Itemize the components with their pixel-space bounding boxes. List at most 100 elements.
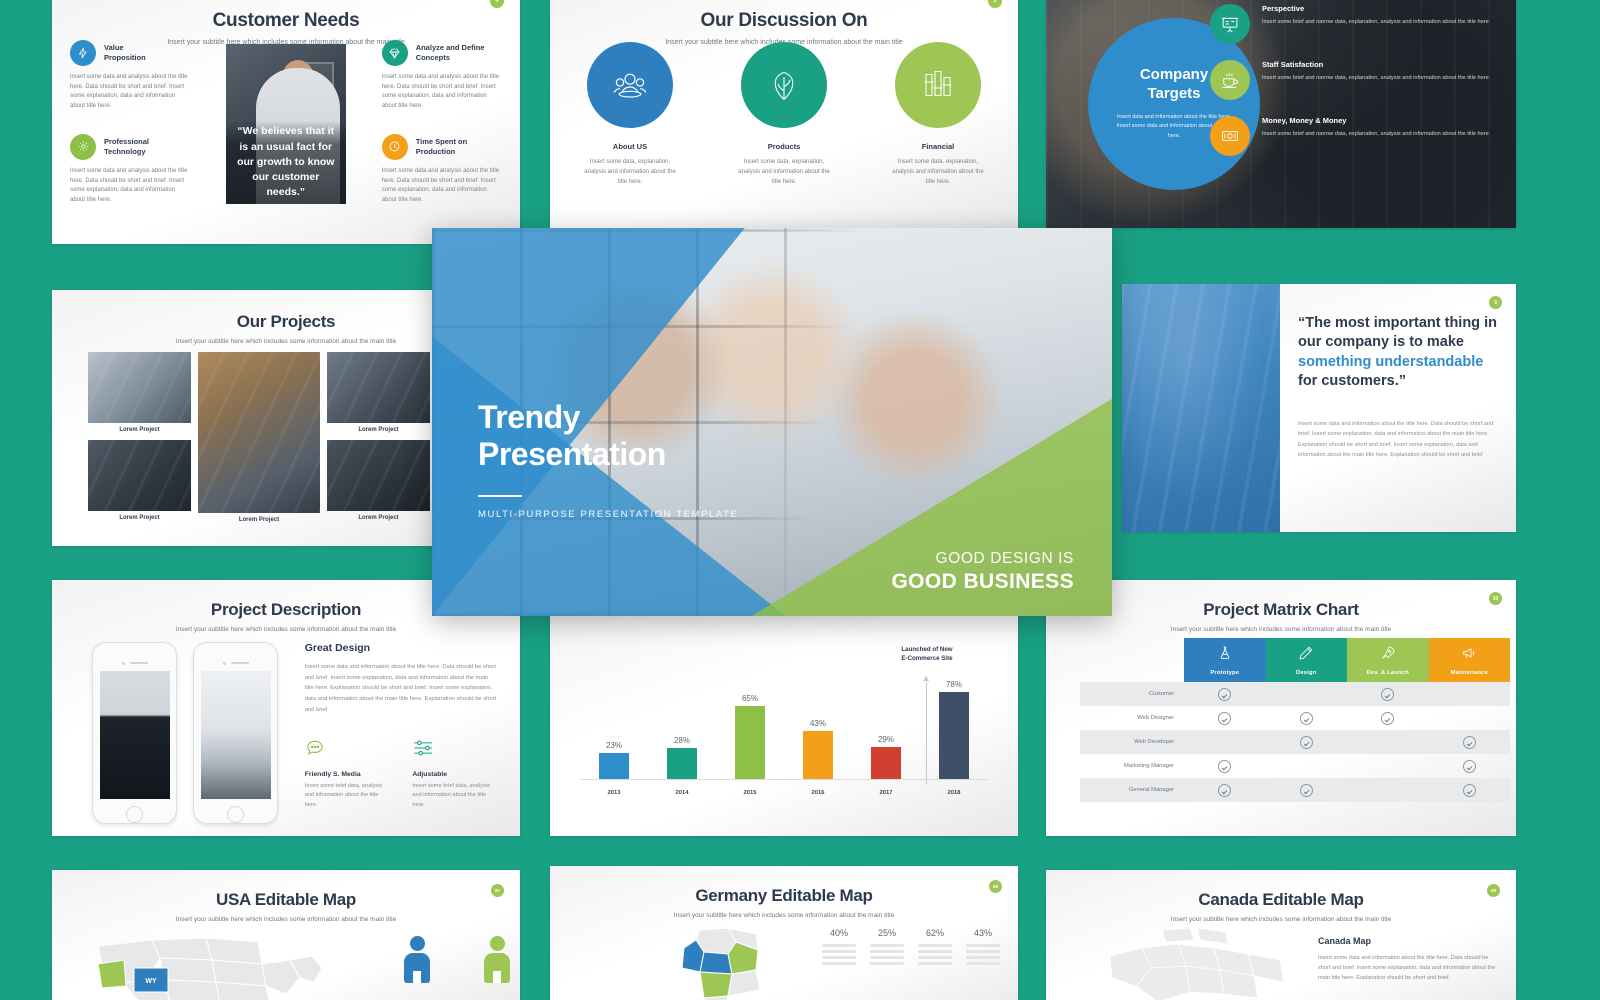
matrix-cell[interactable]: [1428, 682, 1510, 706]
project-thumbnail[interactable]: Lorem Project: [327, 440, 430, 521]
feature-body: Insert some brief data, analysis and inf…: [412, 782, 490, 809]
matrix-cell[interactable]: [1266, 706, 1348, 730]
chart-bar: [939, 692, 969, 779]
chart-bar-group: 43%: [795, 719, 841, 779]
matrix-cell[interactable]: [1184, 682, 1266, 706]
matrix-cell[interactable]: [1429, 706, 1511, 730]
usa-map-graphic[interactable]: WY: [90, 930, 330, 1000]
feature-adjustable[interactable]: Adjustable Insert some brief data, analy…: [412, 738, 498, 811]
matrix-cell[interactable]: [1347, 682, 1429, 706]
matrix-cell[interactable]: [1184, 754, 1266, 778]
section-heading: Great Design: [304, 642, 371, 654]
chart-x-label: 2015: [743, 790, 757, 796]
germany-map-graphic[interactable]: [670, 926, 790, 1000]
state-label: WY: [145, 978, 157, 985]
stat-percentage: 62%: [925, 928, 944, 938]
slide-usa-editable-map[interactable]: USA Editable Map Insert your subtitle he…: [52, 870, 520, 1000]
project-thumbnail[interactable]: Lorem Project: [88, 440, 191, 521]
matrix-cell[interactable]: [1347, 778, 1429, 802]
feature-body: Insert some data and analysis about the …: [381, 167, 500, 204]
matrix-row: Web Developer: [1080, 730, 1510, 754]
hero-title-line-2: Presentation: [478, 435, 666, 472]
page-title: Germany Editable Map: [695, 886, 873, 905]
megaphone-icon: [1461, 645, 1477, 666]
matrix-row-label: General Manager: [1080, 778, 1184, 802]
section-body: Insert some data and information about t…: [1318, 955, 1496, 982]
item-body: Insert some data, explanation, analysis …: [738, 159, 830, 186]
page-title: Canada Editable Map: [1198, 890, 1364, 909]
person-icon-blue: [404, 936, 430, 984]
slide-canada-editable-map[interactable]: Canada Editable Map Insert your subtitle…: [1046, 870, 1516, 1000]
slide-customer-needs[interactable]: Customer Needs Insert your subtitle here…: [52, 0, 520, 244]
matrix-cell[interactable]: [1347, 706, 1429, 730]
slide-company-targets[interactable]: Company Targets Insert data and informati…: [1046, 0, 1516, 228]
discussion-item-about-us[interactable]: About US Insert some data, explanation, …: [572, 42, 688, 188]
feature-professional-technology[interactable]: Professional Technology Insert some data …: [70, 133, 190, 206]
feature-value-proposition[interactable]: Value Proposition Insert some data and an…: [70, 40, 190, 112]
flask-icon: [1217, 645, 1233, 666]
matrix-cell[interactable]: [1265, 778, 1347, 802]
slide-project-description[interactable]: Project Description Insert your subtitle…: [52, 580, 520, 836]
feature-title: Time Spent on Production: [415, 137, 468, 156]
matrix-column-header[interactable]: Prototype: [1184, 638, 1266, 682]
quote-highlight: something understandable: [1298, 353, 1484, 370]
canada-map-graphic[interactable]: [1102, 926, 1292, 1000]
matrix-column-header[interactable]: Dev. & Launch: [1347, 638, 1429, 682]
matrix-cell[interactable]: [1428, 778, 1510, 802]
chart-bar-value: 78%: [945, 680, 962, 689]
matrix-header-row: Prototype Design Dev. & Launch Maintenance: [1080, 638, 1510, 682]
slide-bar-chart[interactable]: Insert your subtitle here which includes…: [550, 594, 1018, 836]
item-title: Products: [767, 142, 801, 151]
project-thumbnail[interactable]: Lorem Project: [327, 352, 430, 433]
phone-mockup-left: [92, 642, 178, 824]
chart-bar-value: 28%: [673, 736, 690, 745]
matrix-cell[interactable]: [1429, 754, 1511, 778]
check-circle-icon: [1381, 687, 1395, 701]
germany-stat-item: 25%: [870, 928, 904, 965]
project-thumbnail[interactable]: Lorem Project: [198, 352, 320, 523]
hero-title-line-1: Trendy: [478, 398, 580, 435]
matrix-column-header[interactable]: Design: [1265, 638, 1347, 682]
chart-x-label: 2013: [607, 790, 621, 796]
matrix-cell[interactable]: [1184, 706, 1266, 730]
feature-body: Insert some data and analysis about the …: [70, 74, 188, 110]
matrix-cell[interactable]: [1347, 730, 1429, 754]
rocket-icon: [1380, 645, 1396, 666]
matrix-cell[interactable]: [1266, 754, 1348, 778]
slide-title-hero[interactable]: Trendy Presentation MULTI-PURPOSE PRESENT…: [432, 228, 1112, 616]
target-item-staff-satisfaction[interactable]: Staff Satisfaction Insert some brief and…: [1210, 60, 1502, 100]
hero-tagline-big: GOOD BUSINESS: [891, 570, 1074, 593]
bar-columns-icon: [895, 42, 981, 128]
slide-germany-editable-map[interactable]: Germany Editable Map Insert your subtitl…: [550, 866, 1018, 1000]
matrix-cell[interactable]: [1265, 730, 1347, 754]
slide-our-discussion-on[interactable]: Our Discussion On Insert your subtitle h…: [550, 0, 1018, 228]
feature-time-spent-production[interactable]: Time Spent on Production Insert some data…: [381, 133, 502, 206]
matrix-cell[interactable]: [1184, 778, 1266, 802]
chart-bar: [871, 747, 901, 779]
discussion-item-financial[interactable]: Financial Insert some data, explanation,…: [880, 42, 996, 188]
matrix-cell[interactable]: [1265, 682, 1347, 706]
matrix-column-header[interactable]: Maintenance: [1428, 638, 1510, 682]
feature-friendly-social-media[interactable]: Friendly S. Media Insert some brief data…: [305, 738, 391, 811]
chart-bar-group: 65%: [727, 694, 773, 779]
hero-tagline-block: GOOD DESIGN IS GOOD BUSINESS: [891, 550, 1074, 594]
slide-quote[interactable]: 3 “The most important thing in our compa…: [1122, 284, 1516, 532]
hero-title-block: Trendy Presentation MULTI-PURPOSE PRESENT…: [478, 399, 738, 520]
target-item-perspective[interactable]: Perspective Insert some brief and narrow…: [1210, 4, 1502, 44]
item-body: Insert some brief and narrow data, expla…: [1262, 75, 1489, 81]
matrix-cell[interactable]: [1428, 730, 1510, 754]
matrix-cell[interactable]: [1184, 730, 1266, 754]
matrix-cell[interactable]: [1347, 754, 1429, 778]
feature-title: Value Proposition: [104, 43, 146, 62]
check-circle-icon: [1218, 711, 1232, 725]
target-item-money[interactable]: Money, Money & Money Insert some brief a…: [1210, 116, 1502, 156]
hero-subtitle: MULTI-PURPOSE PRESENTATION TEMPLATE: [478, 509, 739, 520]
feature-analyze-define-concepts[interactable]: Analyze and Define Concepts Insert some d…: [381, 40, 502, 112]
phone-mockup-right: [193, 642, 279, 824]
project-thumbnail[interactable]: Lorem Project: [88, 352, 191, 433]
matrix-corner-cell: [1080, 638, 1184, 682]
chart-bar-value: 65%: [741, 694, 758, 703]
discussion-item-products[interactable]: Products Insert some data, explanation, …: [726, 42, 842, 188]
projects-grid: Lorem Project Lorem Project Lorem Projec…: [88, 352, 484, 523]
slide-project-matrix-chart[interactable]: Project Matrix Chart Insert your subtitl…: [1046, 580, 1516, 836]
